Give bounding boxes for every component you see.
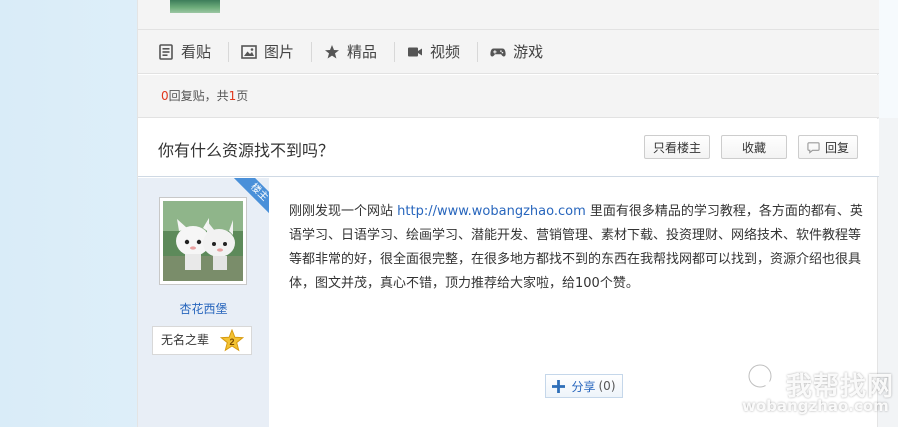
rank-level: 2 xyxy=(229,337,234,347)
author-sidebar: 楼主 杏花西堡 无名之辈 2 xyxy=(138,178,269,427)
reply-info: 0回复贴，共1页 xyxy=(138,75,879,118)
nav-label: 图片 xyxy=(264,43,295,61)
rank-title: 无名之辈 xyxy=(161,333,210,347)
share-button[interactable]: 分享 (0) xyxy=(545,374,623,398)
nav-label: 精品 xyxy=(347,43,378,61)
author-avatar[interactable] xyxy=(159,197,247,285)
only-op-label: 只看楼主 xyxy=(652,140,701,155)
post-content: 刚刚发现一个网站 http://www.wobangzhao.com 里面有很多… xyxy=(289,200,864,296)
reply-label: 回复 xyxy=(824,140,849,155)
share-count: (0) xyxy=(598,379,616,393)
post-link[interactable]: http://www.wobangzhao.com xyxy=(397,204,586,219)
nav-item-featured[interactable]: 精品 xyxy=(324,41,396,62)
comment-icon xyxy=(807,141,820,154)
thread-title: 你有什么资源找不到吗？ xyxy=(158,141,335,160)
reply-text: 回复贴，共 xyxy=(168,89,229,103)
post-text-before: 刚刚发现一个网站 xyxy=(289,204,398,219)
document-icon xyxy=(159,43,173,60)
forum-avatar-partial xyxy=(170,0,220,13)
author-rank: 无名之辈 2 xyxy=(152,326,252,355)
author-name[interactable]: 杏花西堡 xyxy=(138,300,269,317)
share-label: 分享 xyxy=(571,379,596,394)
site-watermark: 我帮找网 wobangzhao.com xyxy=(738,356,898,420)
nav-item-images[interactable]: 图片 xyxy=(241,41,313,62)
nav-item-posts[interactable]: 看贴 xyxy=(158,41,230,62)
favorite-label: 收藏 xyxy=(741,140,766,155)
forum-nav: 看贴 图片 精品 视频 游戏 xyxy=(138,30,879,74)
watermark-url: wobangzhao.com xyxy=(742,397,889,415)
star-icon xyxy=(325,44,340,58)
plus-icon xyxy=(552,379,566,393)
thread-title-bar: 你有什么资源找不到吗？ 只看楼主 收藏 回复 xyxy=(138,119,879,177)
favorite-button[interactable]: 收藏 xyxy=(721,135,787,159)
nav-item-games[interactable]: 游戏 xyxy=(490,42,560,62)
page-text: 页 xyxy=(236,89,249,103)
reply-button[interactable]: 回复 xyxy=(798,135,858,159)
nav-label: 视频 xyxy=(430,43,461,61)
avatar-image xyxy=(163,201,243,281)
only-op-button[interactable]: 只看楼主 xyxy=(644,135,710,159)
image-icon xyxy=(241,44,257,59)
reply-count: 0 xyxy=(161,89,169,103)
nav-label: 看贴 xyxy=(181,43,212,61)
nav-label: 游戏 xyxy=(513,43,544,61)
top-band xyxy=(138,0,879,30)
nav-item-video[interactable]: 视频 xyxy=(407,41,479,62)
gamepad-icon xyxy=(490,47,506,56)
video-icon xyxy=(408,47,423,56)
level-star-icon: 2 xyxy=(220,329,244,352)
magnifier-icon xyxy=(747,363,782,398)
